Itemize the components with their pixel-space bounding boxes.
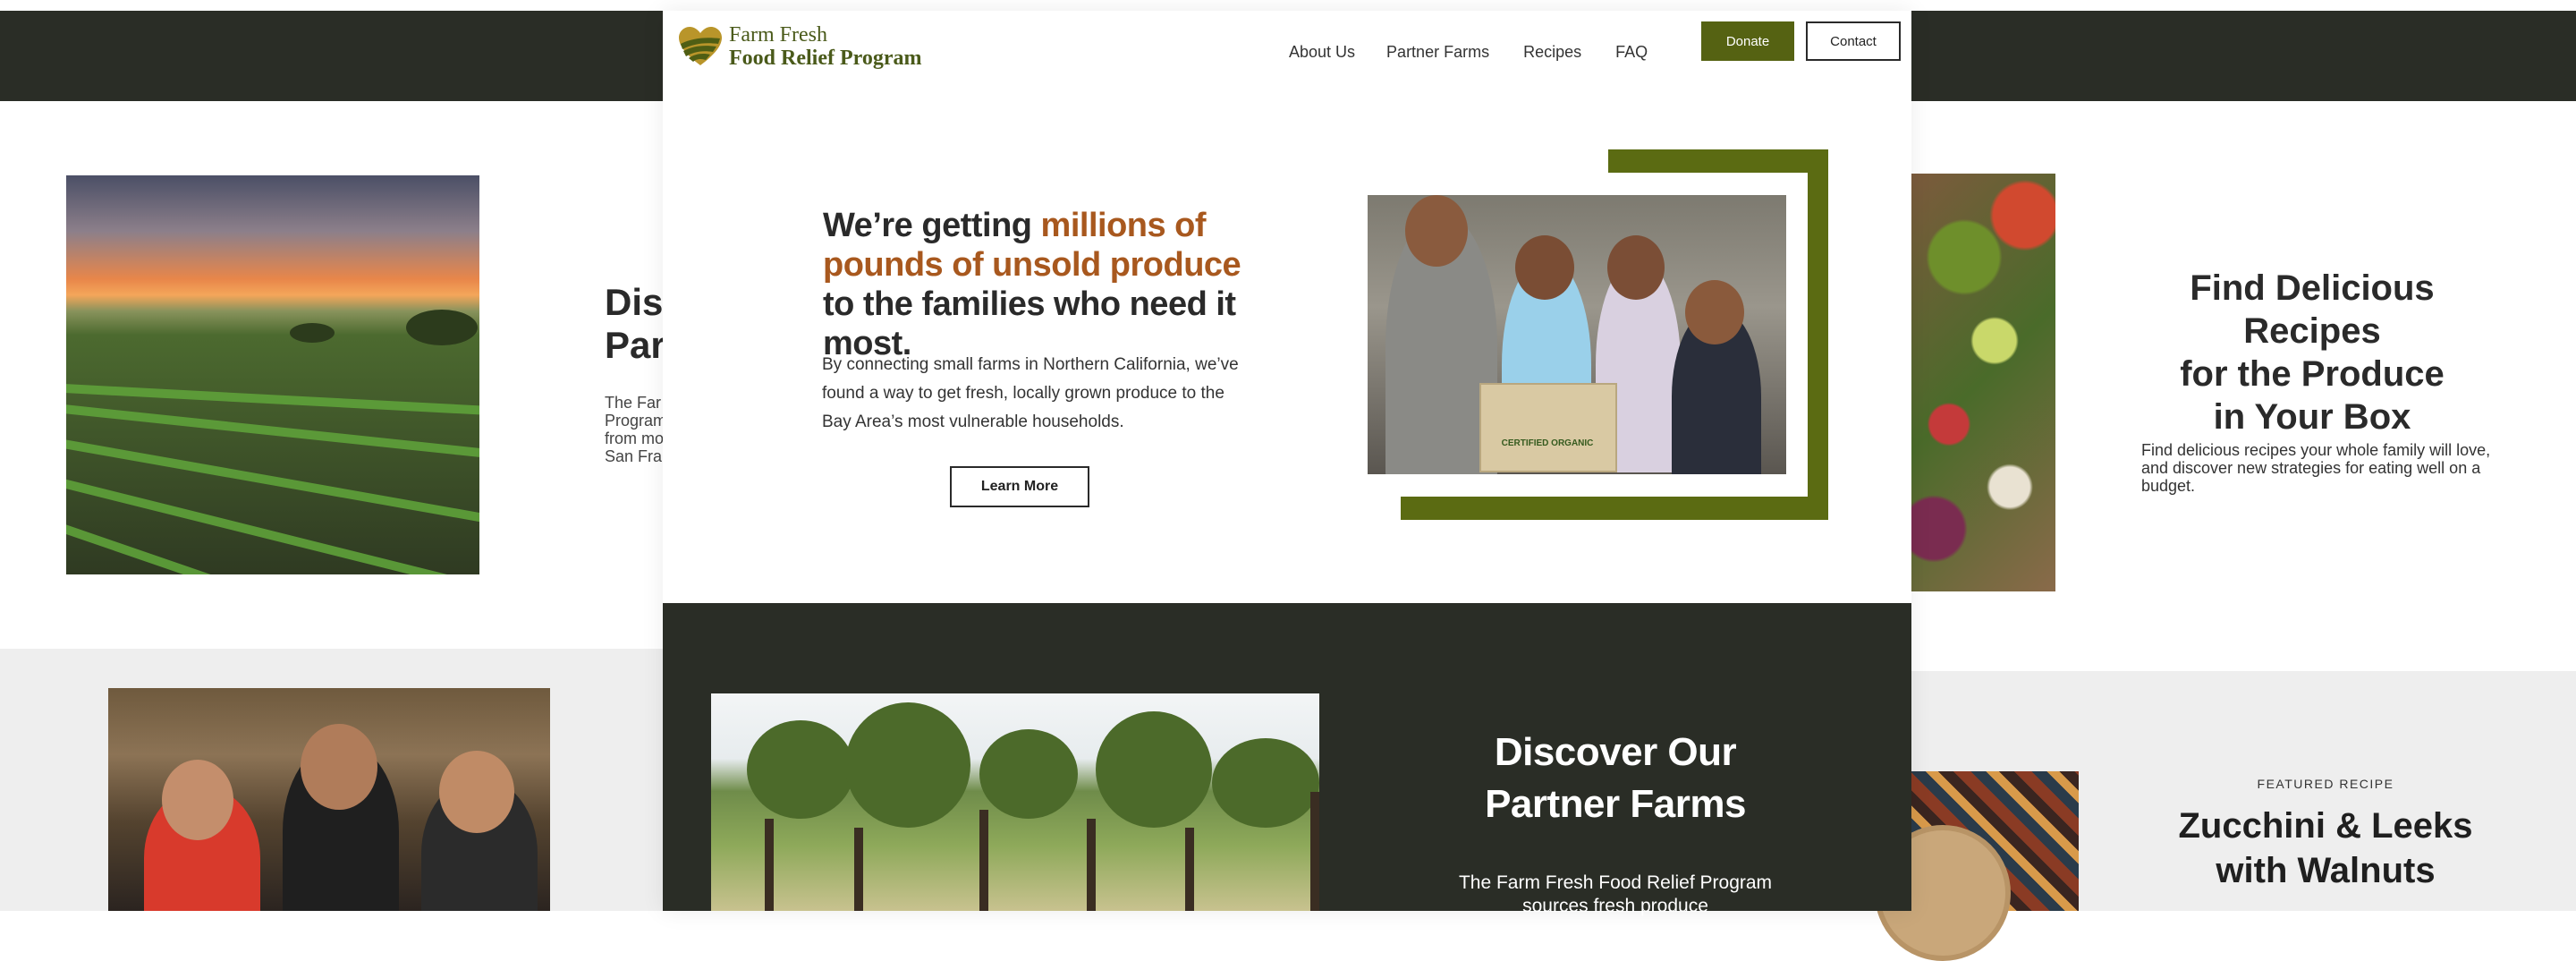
farm-workers-image [711,693,1319,911]
featured-recipe-title: Zucchini & Leeks with Walnuts [2147,804,2504,893]
partner-farms-heading-line: Discover Our [1494,730,1737,774]
homepage-mockup: Farm Fresh Food Relief Program About Us … [663,11,1911,916]
nav-link-partner-farms[interactable]: Partner Farms [1386,32,1489,72]
farm-field-sunset-image [66,175,479,574]
nav-link-faq[interactable]: FAQ [1615,32,1648,72]
partner-farms-heading-line: Partner Farms [1485,782,1746,826]
hero-image-frame-top [1608,149,1828,173]
heart-field-logo-icon [677,26,724,67]
nav-link-recipes[interactable]: Recipes [1523,32,1581,72]
recipes-heading-line: Find Delicious Recipes [2190,268,2435,351]
hero-image-frame-right [1808,149,1828,520]
partner-farms-text: The Farm Fresh Food Relief Program sourc… [1458,872,1773,916]
recipes-description: Find delicious recipes your whole family… [2141,441,2491,495]
family-with-produce-box-image: CERTIFIED ORGANIC [1368,195,1786,474]
salad-image [1903,174,2055,591]
contact-button[interactable]: Contact [1806,21,1901,61]
volunteers-masks-image [108,688,550,911]
produce-box: CERTIFIED ORGANIC [1479,383,1617,472]
top-navigation: Farm Fresh Food Relief Program About Us … [663,11,1911,84]
hero-image-frame-bottom [1401,497,1828,520]
nav-link-about-us[interactable]: About Us [1289,32,1355,72]
hero-heading-part-1: We’re getting [823,207,1041,244]
logo-line-1: Farm Fresh [729,23,827,47]
nav-links: About Us Partner Farms Recipes FAQ [1289,32,1680,72]
hero-body-text: By connecting small farms in Northern Ca… [822,355,1239,431]
donate-button[interactable]: Donate [1701,21,1794,61]
featured-title-line: with Walnuts [2216,851,2436,890]
featured-recipe-label: FEATURED RECIPE [2257,777,2394,791]
site-logo[interactable]: Farm Fresh Food Relief Program [677,23,922,70]
learn-more-button[interactable]: Learn More [950,466,1089,507]
featured-recipe-image [1875,771,2079,961]
recipes-heading: Find Delicious Recipes for the Produce i… [2147,267,2478,438]
featured-title-line: Zucchini & Leeks [2178,806,2473,846]
logo-line-2: Food Relief Program [729,47,922,70]
recipes-heading-line: in Your Box [2213,397,2411,437]
logo-wordmark: Farm Fresh Food Relief Program [729,23,922,70]
partner-farms-section: Discover Our Partner Farms The Farm Fres… [663,603,1911,916]
hero-heading: We’re getting millions of pounds of unso… [823,206,1252,363]
partner-farms-heading: Discover Our Partner Farms [1468,727,1763,830]
produce-box-label: CERTIFIED ORGANIC [1501,438,1594,448]
recipes-heading-line: for the Produce [2180,354,2445,394]
